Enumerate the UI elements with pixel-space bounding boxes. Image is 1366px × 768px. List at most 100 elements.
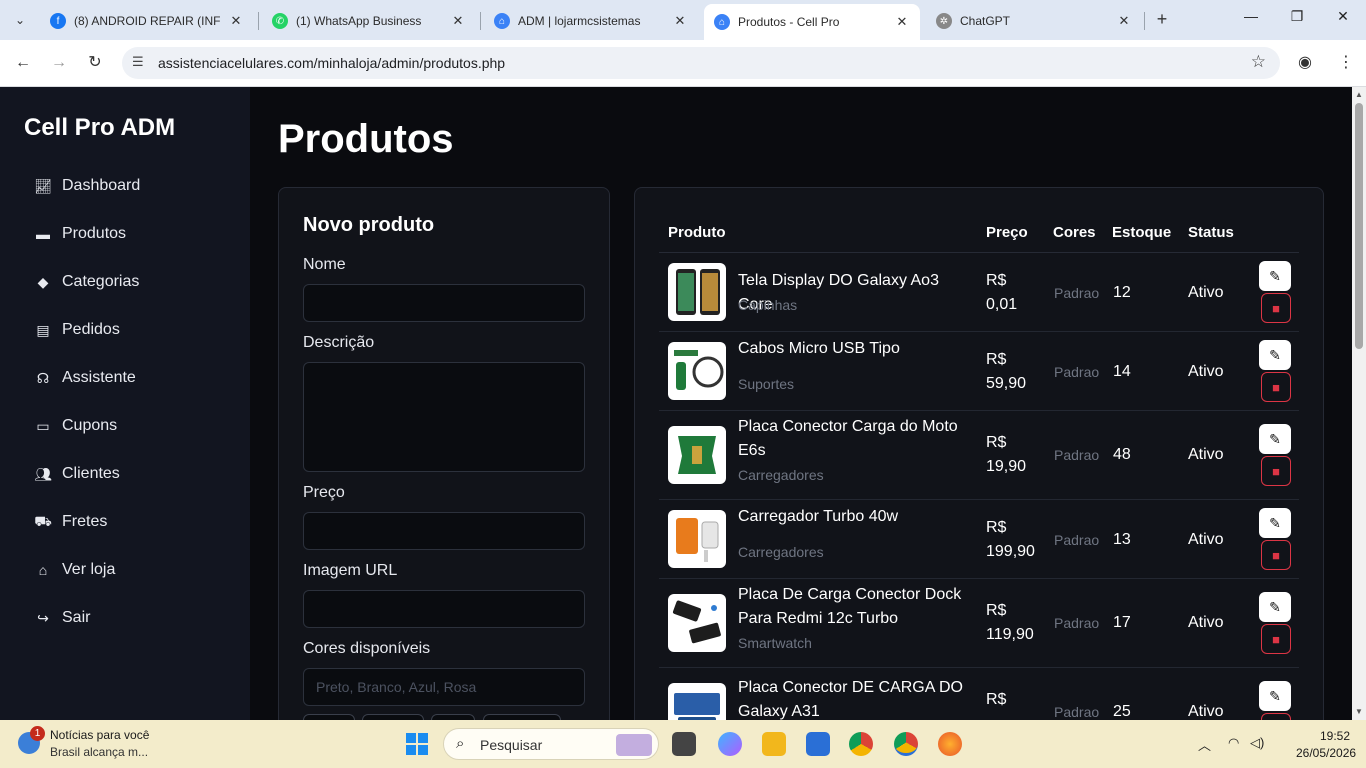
copilot-icon[interactable] xyxy=(718,732,742,756)
taskbar-search[interactable]: ⌕ Pesquisar xyxy=(443,728,659,760)
edit-button[interactable]: ✎ xyxy=(1259,592,1291,622)
table-row: Placa Conector Carga do Moto E6s Carrega… xyxy=(659,411,1299,500)
news-title[interactable]: Notícias para você xyxy=(50,728,149,742)
browser-tab-produtos[interactable]: ⌂ Produtos - Cell Pro ✕ xyxy=(704,4,920,40)
column-header-price: Preço xyxy=(986,224,1028,241)
close-tab-icon[interactable]: ✕ xyxy=(672,13,688,29)
sidebar-item-ver-loja[interactable]: ⌂ Ver loja xyxy=(34,558,116,582)
chrome-profile-icon[interactable] xyxy=(894,732,918,756)
restore-icon[interactable]: ❐ xyxy=(1287,8,1307,25)
close-tab-icon[interactable]: ✕ xyxy=(1116,13,1132,29)
browser-tab-adm[interactable]: ⌂ ADM | lojarmcsistemas ✕ xyxy=(484,6,698,36)
forward-arrow-icon[interactable]: → xyxy=(48,52,70,74)
url-text[interactable]: assistenciacelulares.com/minhaloja/admin… xyxy=(158,55,505,71)
browser-tab-facebook[interactable]: f (8) ANDROID REPAIR (INFOC ✕ xyxy=(40,6,254,36)
delete-button[interactable]: ■ xyxy=(1261,293,1291,323)
sidebar-item-assistente[interactable]: ☊ Assistente xyxy=(34,366,136,390)
tray-chevron-icon[interactable]: ︿ xyxy=(1198,735,1211,754)
sign-out-icon: ↪ xyxy=(37,609,49,626)
product-price: R$ 19,90 xyxy=(986,434,1027,475)
users-icon: 👥︎ xyxy=(34,465,52,482)
task-view-icon[interactable] xyxy=(672,732,696,756)
minimize-icon[interactable]: — xyxy=(1241,8,1261,24)
sidebar-item-dashboard[interactable]: 📈︎ Dashboard xyxy=(34,174,140,198)
sidebar-item-produtos[interactable]: ▬ Produtos xyxy=(34,222,126,246)
status-badge: Ativo xyxy=(1188,614,1224,631)
truck-icon: ⛟ xyxy=(34,512,52,529)
close-window-icon[interactable]: ✕ xyxy=(1333,8,1353,25)
sidebar-item-clientes[interactable]: 👥︎ Clientes xyxy=(34,462,120,486)
sidebar-item-fretes[interactable]: ⛟ Fretes xyxy=(34,510,107,534)
ticket-icon: ▭ xyxy=(36,417,50,434)
edit-button[interactable]: ✎ xyxy=(1259,508,1291,538)
windows-start-icon[interactable] xyxy=(406,733,428,755)
delete-button[interactable]: ■ xyxy=(1261,372,1291,402)
sidebar-item-categorias[interactable]: ◆ Categorias xyxy=(34,270,140,294)
edit-button[interactable]: ✎ xyxy=(1259,340,1291,370)
tab-search-chevron-icon[interactable]: ⌄ xyxy=(8,8,32,32)
clock-time[interactable]: 19:52 xyxy=(1310,729,1350,743)
description-textarea[interactable] xyxy=(303,362,585,472)
name-label: Nome xyxy=(303,256,346,273)
sidebar-item-label: Cupons xyxy=(62,417,118,434)
volume-icon[interactable]: ◁) xyxy=(1250,735,1264,751)
tab-divider xyxy=(1144,12,1145,30)
table-row: Carregador Turbo 40w Carregadores R$ 199,… xyxy=(659,500,1299,579)
sidebar-item-label: Ver loja xyxy=(62,561,116,578)
product-name: Cabos Micro USB Tipo xyxy=(738,340,900,357)
product-stock: 17 xyxy=(1113,614,1131,631)
product-thumbnail xyxy=(668,510,726,568)
page-scrollbar[interactable]: ▲ ▼ xyxy=(1352,87,1366,720)
whatsapp-icon: ✆ xyxy=(272,13,288,29)
clock-date[interactable]: 26/05/2026 xyxy=(1296,746,1356,760)
sidebar-item-pedidos[interactable]: ▤ Pedidos xyxy=(34,318,119,342)
pencil-icon: ✎ xyxy=(1269,687,1281,704)
file-explorer-icon[interactable] xyxy=(762,732,786,756)
chrome-icon[interactable] xyxy=(849,732,873,756)
edit-button[interactable]: ✎ xyxy=(1259,681,1291,711)
sidebar-item-sair[interactable]: ↪ Sair xyxy=(34,606,90,630)
wifi-icon[interactable]: ◠ xyxy=(1228,735,1239,751)
sidebar-item-cupons[interactable]: ▭ Cupons xyxy=(34,414,117,438)
delete-button[interactable]: ■ xyxy=(1261,456,1291,486)
reload-icon[interactable]: ↻ xyxy=(84,52,106,74)
price-input[interactable] xyxy=(303,512,585,550)
site-settings-icon[interactable]: ☰ xyxy=(132,54,144,70)
sidebar-item-label: Categorias xyxy=(62,273,140,290)
scroll-down-arrow-icon[interactable]: ▼ xyxy=(1355,707,1363,716)
close-tab-icon[interactable]: ✕ xyxy=(894,14,910,30)
name-input[interactable] xyxy=(303,284,585,322)
delete-button[interactable]: ■ xyxy=(1261,624,1291,654)
browser-tab-whatsapp[interactable]: ✆ (1) WhatsApp Business ✕ xyxy=(262,6,476,36)
profile-icon[interactable]: ◉ xyxy=(1298,52,1312,72)
edit-button[interactable]: ✎ xyxy=(1259,424,1291,454)
product-stock: 48 xyxy=(1113,446,1131,463)
product-price: R$ 59,90 xyxy=(986,351,1027,392)
product-stock: 14 xyxy=(1113,363,1131,380)
microsoft-store-icon[interactable] xyxy=(806,732,830,756)
product-colors: Padrao xyxy=(1054,532,1100,548)
browser-tab-chatgpt[interactable]: ✲ ChatGPT ✕ xyxy=(926,6,1142,36)
menu-kebab-icon[interactable]: ⋮ xyxy=(1338,52,1354,72)
product-price: R$ 119,90 xyxy=(986,602,1034,643)
delete-button[interactable]: ■ xyxy=(1261,540,1291,570)
pencil-icon: ✎ xyxy=(1269,267,1281,284)
delete-button[interactable]: ■ xyxy=(1261,713,1291,720)
page-title: Produtos xyxy=(278,117,454,161)
scrollbar-thumb[interactable] xyxy=(1355,103,1363,349)
product-price: R$ 0,01 xyxy=(986,272,1018,313)
scroll-up-arrow-icon[interactable]: ▲ xyxy=(1355,90,1363,99)
new-tab-plus-icon[interactable]: + xyxy=(1152,9,1172,30)
close-tab-icon[interactable]: ✕ xyxy=(450,13,466,29)
colors-input[interactable] xyxy=(303,668,585,706)
bookmark-star-icon[interactable]: ☆ xyxy=(1251,52,1266,72)
back-arrow-icon[interactable]: ← xyxy=(12,52,34,74)
chart-line-icon: 📈︎ xyxy=(34,177,52,194)
edit-button[interactable]: ✎ xyxy=(1259,261,1291,291)
address-bar[interactable]: ☰ assistenciacelulares.com/minhaloja/adm… xyxy=(122,47,1280,79)
image-url-input[interactable] xyxy=(303,590,585,628)
firefox-icon[interactable] xyxy=(938,732,962,756)
news-subtitle[interactable]: Brasil alcança m... xyxy=(50,745,148,759)
product-name: Placa De Carga Conector Dock Para Redmi … xyxy=(738,586,962,627)
close-tab-icon[interactable]: ✕ xyxy=(228,13,244,29)
